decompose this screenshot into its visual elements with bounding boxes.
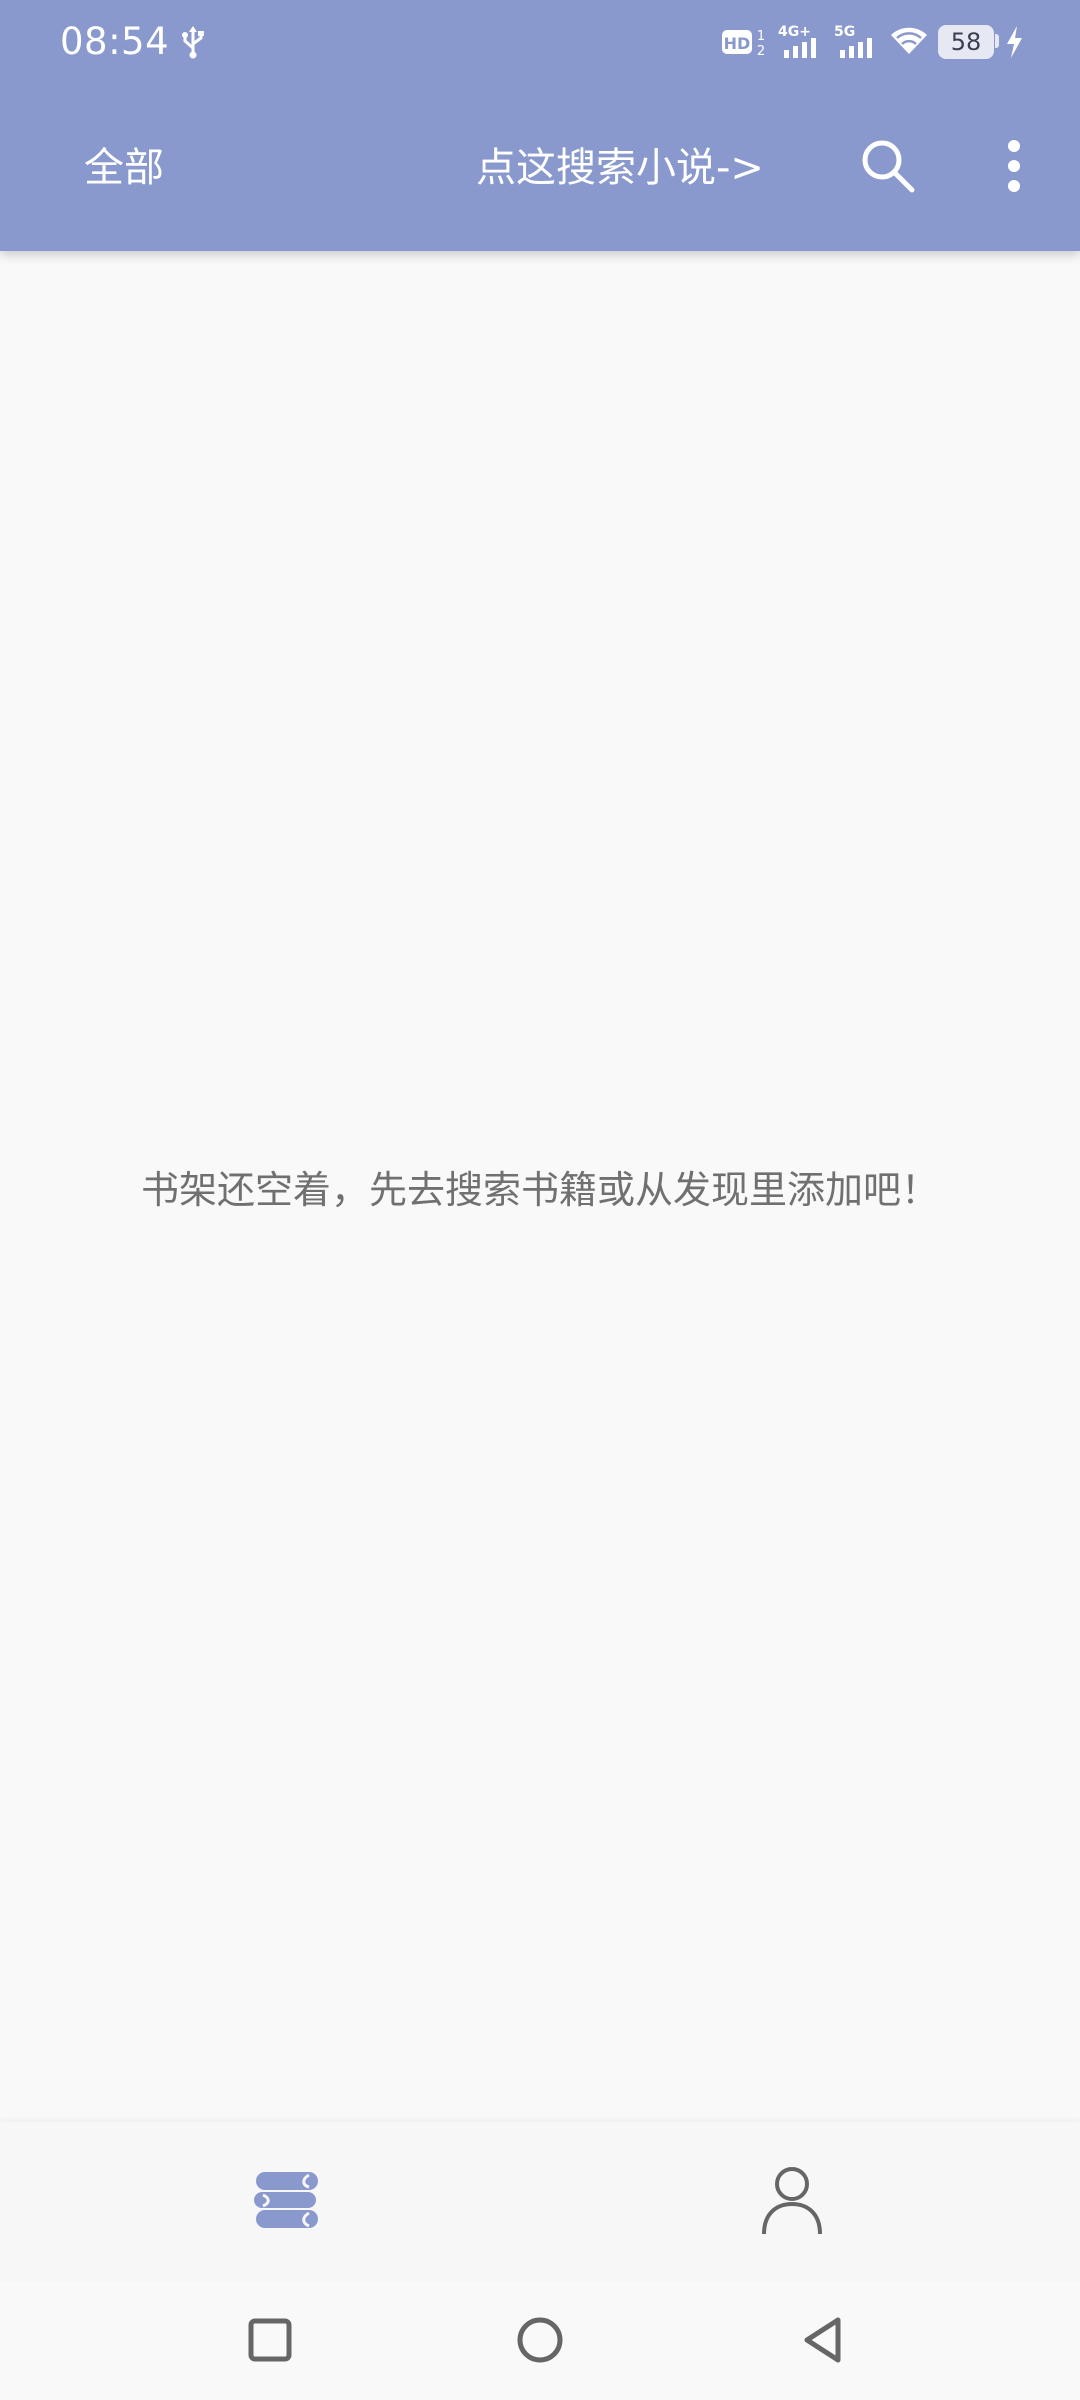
search-button[interactable] (856, 134, 920, 198)
status-bar: 08:54 HD 1 2 4G+ 5G 58 (0, 0, 1080, 84)
svg-text:1: 1 (757, 29, 765, 44)
battery-cap (995, 34, 999, 48)
svg-text:4G+: 4G+ (778, 24, 811, 40)
empty-bookshelf-message: 书架还空着，先去搜索书籍或从发现里添加吧！ (140, 1168, 939, 1212)
usb-icon (182, 26, 204, 59)
top-bar: 08:54 HD 1 2 4G+ 5G 58 全部 点这搜索小说-> (0, 0, 1080, 251)
signal-5g-icon: 5G (834, 24, 872, 58)
svg-text:HD: HD (724, 34, 751, 53)
bottom-navigation (0, 2122, 1080, 2282)
hd-voice-icon: HD 1 2 (722, 29, 765, 59)
more-options-button[interactable] (990, 134, 1038, 198)
group-selector[interactable]: 全部 (84, 136, 164, 200)
back-icon[interactable] (795, 2310, 855, 2370)
search-icon (862, 140, 915, 193)
more-vertical-icon (1008, 140, 1020, 192)
status-time: 08:54 (60, 20, 170, 63)
svg-text:2: 2 (757, 44, 765, 59)
search-hint-text[interactable]: 点这搜索小说-> (476, 136, 764, 200)
profile-icon (762, 2167, 822, 2235)
app-bar: 全部 点这搜索小说-> (0, 84, 1080, 251)
nav-item-profile[interactable] (742, 2122, 842, 2282)
system-navigation-bar (0, 2282, 1080, 2400)
battery-level: 58 (950, 28, 982, 56)
signal-4g-icon: 4G+ (778, 24, 816, 58)
battery-icon: 58 (938, 25, 994, 59)
wifi-icon (891, 27, 927, 54)
home-icon[interactable] (510, 2310, 570, 2370)
recent-apps-icon[interactable] (240, 2310, 300, 2370)
charging-bolt-icon (1007, 26, 1022, 58)
nav-item-bookshelf[interactable] (236, 2122, 336, 2282)
bookshelf-icon (254, 2172, 318, 2228)
svg-text:5G: 5G (834, 24, 855, 40)
